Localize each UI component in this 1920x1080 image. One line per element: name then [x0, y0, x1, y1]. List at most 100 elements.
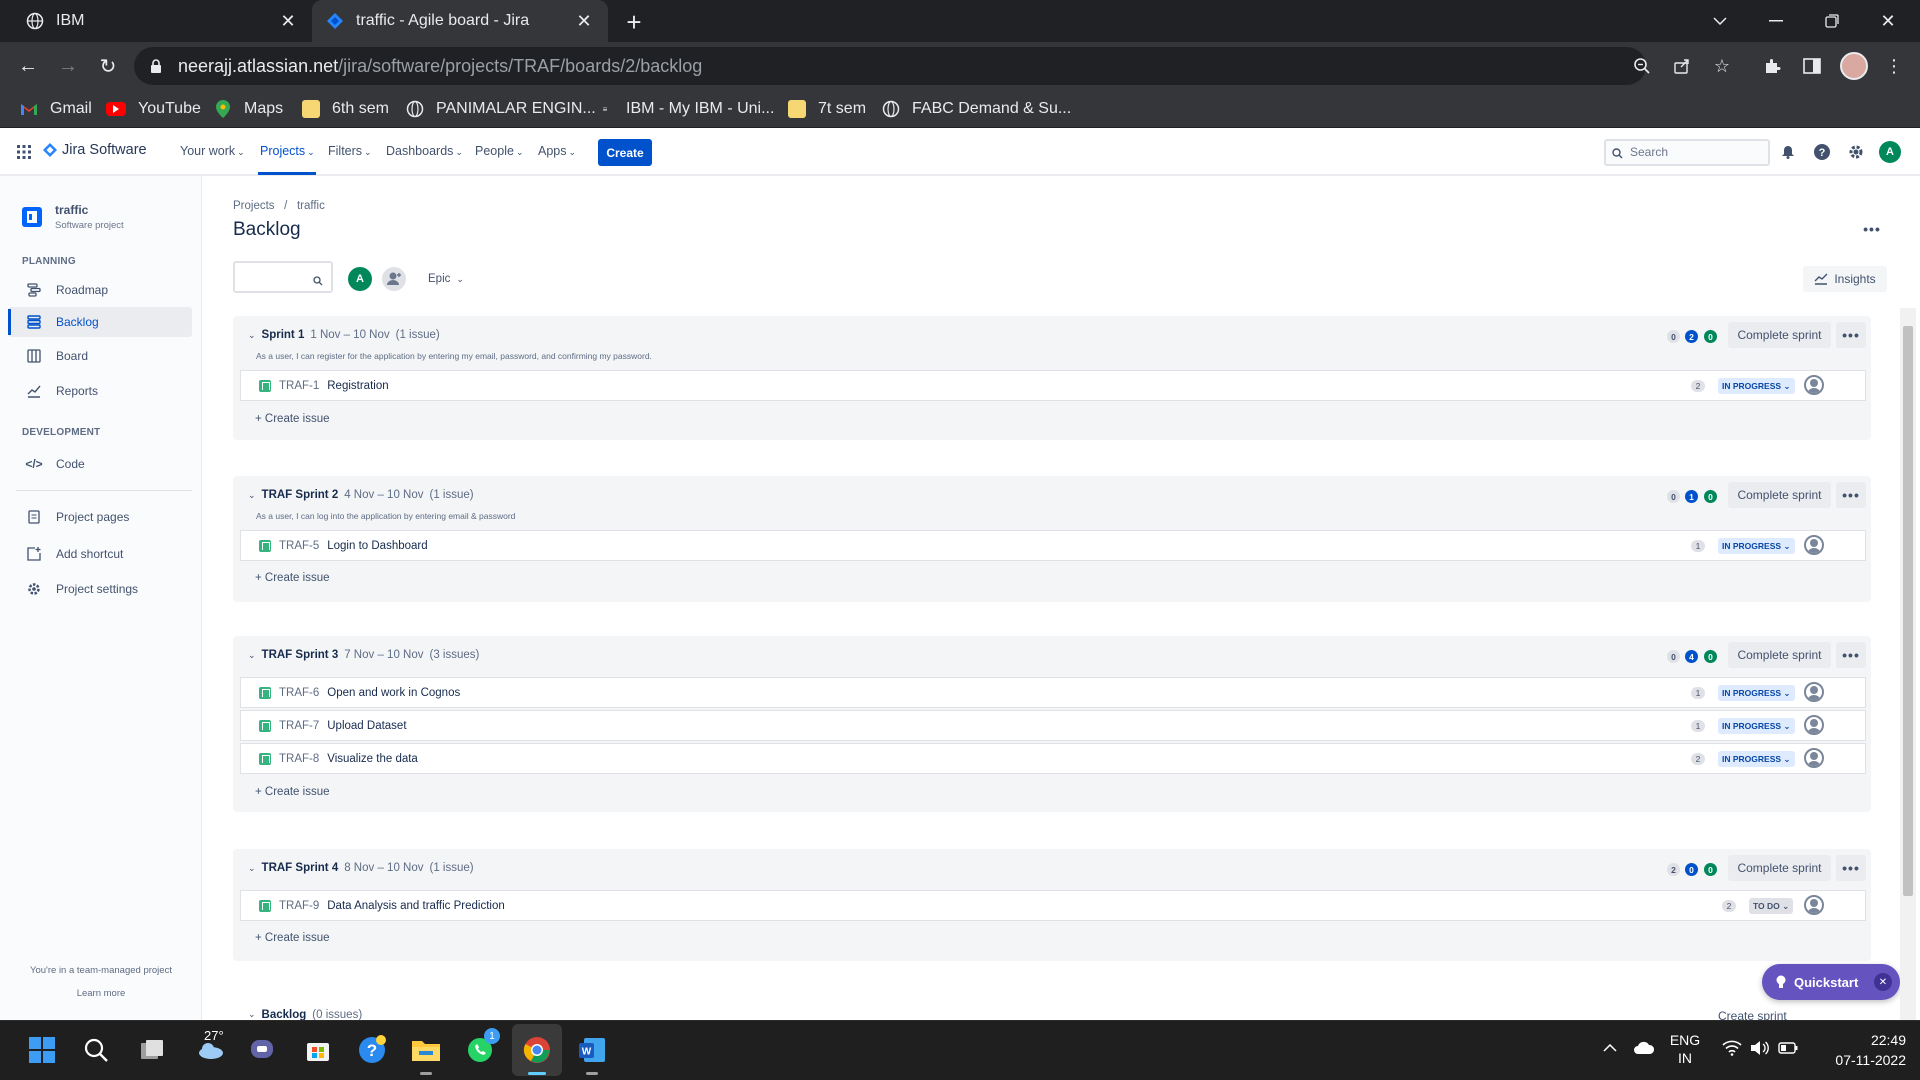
lock-icon[interactable]	[144, 54, 168, 78]
back-icon[interactable]: ←	[14, 52, 42, 80]
new-tab-icon[interactable]: +	[620, 7, 648, 37]
language-indicator[interactable]: ENG IN	[1668, 1031, 1702, 1067]
project-avatar-icon[interactable]	[22, 207, 42, 227]
unassigned-avatar-icon[interactable]	[1804, 375, 1824, 395]
reload-icon[interactable]: ↻	[94, 52, 122, 80]
profile-avatar[interactable]	[1840, 52, 1868, 80]
close-icon[interactable]: ✕	[1874, 973, 1892, 991]
notifications-icon[interactable]	[1776, 140, 1800, 164]
epic-filter-dropdown[interactable]: Epic ⌄	[428, 273, 464, 285]
page-more-button[interactable]: •••	[1857, 217, 1887, 241]
issue-key[interactable]: TRAF-9	[279, 900, 319, 912]
create-issue-button[interactable]: + Create issue	[255, 572, 329, 584]
sprint-header[interactable]: ⌄ TRAF Sprint 3 7 Nov – 10 Nov (3 issues…	[248, 649, 479, 661]
share-icon[interactable]	[1670, 54, 1694, 78]
sidebar-item-backlog[interactable]: Backlog	[8, 307, 192, 337]
create-button[interactable]: Create	[598, 139, 652, 166]
nav-filters[interactable]: Filters ⌄	[328, 144, 372, 158]
clock[interactable]: 22:49 07-11-2022	[1814, 1030, 1906, 1070]
bookmark-youtube[interactable]: YouTube	[106, 96, 201, 122]
nav-dashboards[interactable]: Dashboards ⌄	[386, 144, 463, 158]
file-explorer-icon[interactable]	[406, 1030, 446, 1070]
help-icon[interactable]: ?	[1810, 140, 1834, 164]
scrollbar-thumb[interactable]	[1903, 326, 1913, 896]
wifi-icon[interactable]	[1720, 1036, 1744, 1060]
quickstart-button[interactable]: Quickstart ✕	[1762, 964, 1900, 1000]
sidebar-item-project-settings[interactable]: Project settings	[8, 574, 192, 604]
browser-tab-ibm[interactable]: IBM ✕	[12, 0, 312, 42]
sprint-more-button[interactable]: •••	[1836, 322, 1866, 348]
sidebar-item-project-pages[interactable]: Project pages	[8, 502, 192, 532]
complete-sprint-button[interactable]: Complete sprint	[1728, 642, 1831, 668]
sidebar-item-reports[interactable]: Reports	[8, 376, 192, 406]
sprint-more-button[interactable]: •••	[1836, 855, 1866, 881]
issue-key[interactable]: TRAF-8	[279, 753, 319, 765]
nav-apps[interactable]: Apps ⌄	[538, 144, 576, 158]
issue-key[interactable]: TRAF-1	[279, 380, 319, 392]
sidebar-item-code[interactable]: </> Code	[8, 449, 192, 479]
microsoft-store-icon[interactable]	[298, 1030, 338, 1070]
unassigned-avatar-icon[interactable]	[1804, 748, 1824, 768]
issue-key[interactable]: TRAF-6	[279, 687, 319, 699]
sidebar-item-add-shortcut[interactable]: Add shortcut	[8, 539, 192, 569]
complete-sprint-button[interactable]: Complete sprint	[1728, 855, 1831, 881]
create-issue-button[interactable]: + Create issue	[255, 786, 329, 798]
bookmark-fabc[interactable]: FABC Demand & Su...	[882, 96, 1071, 122]
add-people-icon[interactable]	[382, 267, 406, 291]
browser-tab-jira[interactable]: traffic - Agile board - Jira ✕	[312, 0, 608, 42]
issue-key[interactable]: TRAF-7	[279, 720, 319, 732]
sprint-more-button[interactable]: •••	[1836, 482, 1866, 508]
minimize-icon[interactable]	[1748, 0, 1804, 42]
settings-gear-icon[interactable]	[1844, 140, 1868, 164]
complete-sprint-button[interactable]: Complete sprint	[1728, 322, 1831, 348]
weather-widget[interactable]: 27°	[186, 1028, 236, 1070]
sprint-more-button[interactable]: •••	[1836, 642, 1866, 668]
jira-search-input[interactable]	[1604, 139, 1770, 166]
issue-row[interactable]: TRAF-1 Registration 2 IN PROGRESS ⌄	[240, 370, 1866, 401]
battery-icon[interactable]	[1776, 1036, 1800, 1060]
status-dropdown[interactable]: IN PROGRESS ⌄	[1718, 378, 1795, 394]
show-hidden-icons[interactable]	[1602, 1036, 1618, 1060]
help-app-icon[interactable]: ?	[352, 1030, 392, 1070]
chrome-menu-icon[interactable]: ⋮	[1880, 52, 1908, 80]
bookmark-panimalar[interactable]: PANIMALAR ENGIN...	[406, 96, 596, 122]
bookmark-6th-sem[interactable]: 6th sem	[302, 96, 389, 122]
sprint-header[interactable]: ⌄ Sprint 1 1 Nov – 10 Nov (1 issue)	[248, 329, 440, 341]
status-dropdown[interactable]: TO DO ⌄	[1749, 898, 1794, 914]
volume-icon[interactable]	[1748, 1036, 1772, 1060]
extensions-icon[interactable]	[1758, 52, 1786, 80]
nav-your-work[interactable]: Your work ⌄	[180, 144, 245, 158]
teams-chat-icon[interactable]	[242, 1030, 282, 1070]
status-dropdown[interactable]: IN PROGRESS ⌄	[1718, 538, 1795, 554]
issue-row[interactable]: TRAF-5 Login to Dashboard 1 IN PROGRESS …	[240, 530, 1866, 561]
whatsapp-icon[interactable]: 1	[460, 1028, 500, 1070]
nav-projects[interactable]: Projects ⌄	[260, 144, 315, 158]
unassigned-avatar-icon[interactable]	[1804, 682, 1824, 702]
tab-search-chevron-icon[interactable]	[1692, 0, 1748, 42]
status-dropdown[interactable]: IN PROGRESS ⌄	[1718, 751, 1795, 767]
close-window-icon[interactable]: ✕	[1860, 0, 1916, 42]
sidebar-item-board[interactable]: Board	[8, 341, 192, 371]
task-view-icon[interactable]	[132, 1030, 172, 1070]
insights-button[interactable]: Insights	[1803, 266, 1887, 292]
project-name[interactable]: traffic	[55, 203, 88, 217]
unassigned-avatar-icon[interactable]	[1804, 535, 1824, 555]
bookmark-7t-sem[interactable]: 7t sem	[788, 96, 866, 122]
sprint-header[interactable]: ⌄ TRAF Sprint 4 8 Nov – 10 Nov (1 issue)	[248, 862, 474, 874]
sidebar-item-roadmap[interactable]: Roadmap	[8, 275, 192, 305]
create-issue-button[interactable]: + Create issue	[255, 932, 329, 944]
issue-row[interactable]: TRAF-9 Data Analysis and traffic Predict…	[240, 890, 1866, 921]
chrome-icon[interactable]	[517, 1030, 557, 1070]
complete-sprint-button[interactable]: Complete sprint	[1728, 482, 1831, 508]
forward-icon[interactable]: →	[54, 52, 82, 80]
bookmark-gmail[interactable]: Gmail	[20, 96, 92, 122]
sprint-header[interactable]: ⌄ TRAF Sprint 2 4 Nov – 10 Nov (1 issue)	[248, 489, 474, 501]
breadcrumb-projects[interactable]: Projects	[233, 200, 275, 212]
user-avatar[interactable]: A	[1879, 141, 1901, 163]
taskbar-search-icon[interactable]	[76, 1030, 116, 1070]
issue-row[interactable]: TRAF-8 Visualize the data 2 IN PROGRESS …	[240, 743, 1866, 774]
close-tab-icon[interactable]: ✕	[574, 11, 594, 31]
breadcrumb-traffic[interactable]: traffic	[297, 200, 325, 212]
issue-row[interactable]: TRAF-7 Upload Dataset 1 IN PROGRESS ⌄	[240, 710, 1866, 741]
create-issue-button[interactable]: + Create issue	[255, 413, 329, 425]
